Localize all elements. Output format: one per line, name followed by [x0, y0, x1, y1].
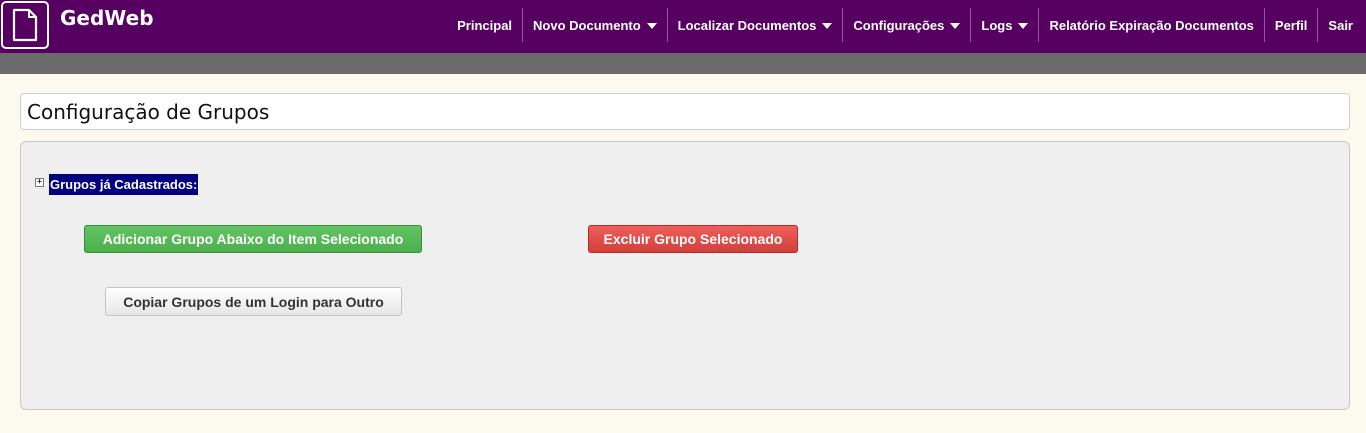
nav-item-label: Sair	[1328, 17, 1353, 33]
nav-item-sair[interactable]: Sair	[1317, 8, 1363, 42]
page-title-box: Configuração de Grupos	[20, 93, 1350, 130]
caret-down-icon	[1018, 22, 1029, 29]
nav-item-label: Perfil	[1274, 17, 1308, 33]
nav-item-label: Logs	[981, 17, 1013, 33]
nav-item-label: Localizar Documentos	[677, 17, 817, 33]
sub-navbar	[0, 53, 1366, 74]
main-nav: Principal Novo Documento Localizar Docum…	[447, 8, 1363, 42]
add-group-button[interactable]: Adicionar Grupo Abaixo do Item Seleciona…	[84, 225, 422, 253]
brand-name[interactable]: GedWeb	[60, 6, 154, 30]
tree-root-node[interactable]: Grupos já Cadastrados:	[49, 174, 199, 195]
nav-item-localizar-documentos[interactable]: Localizar Documentos	[666, 8, 843, 42]
nav-item-label: Principal	[457, 17, 513, 33]
nav-item-label: Configurações	[853, 17, 945, 33]
top-navbar: GedWeb Principal Novo Documento Localiza…	[0, 0, 1366, 53]
nav-item-configuracoes[interactable]: Configurações	[842, 8, 970, 42]
caret-down-icon	[822, 22, 833, 29]
groups-panel	[20, 141, 1350, 410]
caret-down-icon	[646, 22, 657, 29]
nav-item-relatorio-expiracao[interactable]: Relatório Expiração Documentos	[1038, 8, 1263, 42]
nav-item-novo-documento[interactable]: Novo Documento	[522, 8, 667, 42]
document-icon[interactable]	[1, 1, 49, 49]
nav-item-perfil[interactable]: Perfil	[1263, 8, 1318, 42]
copy-groups-button[interactable]: Copiar Grupos de um Login para Outro	[105, 287, 402, 316]
nav-item-principal[interactable]: Principal	[447, 8, 522, 42]
expand-icon[interactable]: +	[35, 178, 44, 187]
nav-item-label: Novo Documento	[533, 17, 641, 33]
page-title: Configuração de Grupos	[27, 99, 270, 124]
delete-group-button[interactable]: Excluir Grupo Selecionado	[588, 225, 798, 253]
nav-item-logs[interactable]: Logs	[970, 8, 1038, 42]
caret-down-icon	[950, 22, 961, 29]
nav-item-label: Relatório Expiração Documentos	[1049, 17, 1254, 33]
